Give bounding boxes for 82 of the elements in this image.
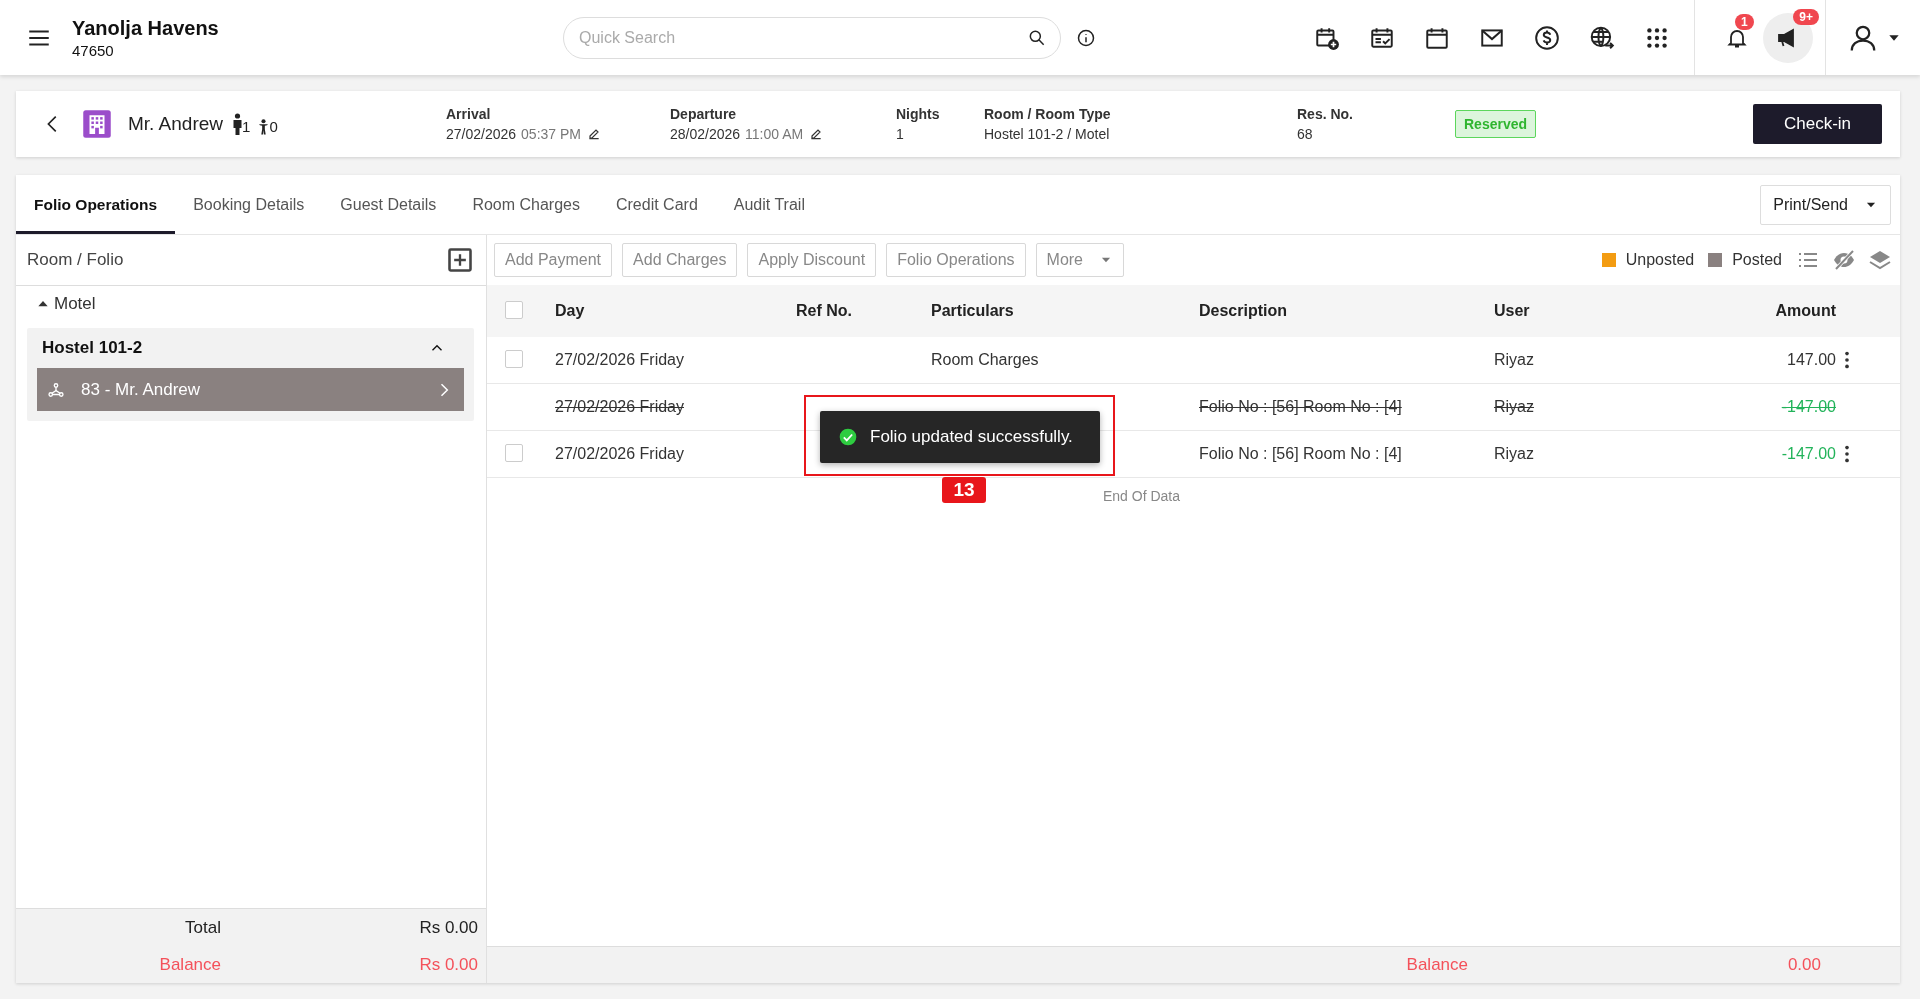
field-time: 05:37 PM bbox=[521, 126, 581, 142]
field-label: Room / Room Type bbox=[984, 106, 1112, 122]
globe-icon[interactable] bbox=[1589, 24, 1615, 51]
table-cell-text: Riyaz bbox=[1494, 398, 1535, 416]
hide-icon[interactable] bbox=[1832, 248, 1856, 272]
notification-badge: 1 bbox=[1735, 13, 1754, 30]
check-in-button[interactable]: Check-in bbox=[1753, 104, 1882, 144]
annotation-number: 13 bbox=[942, 477, 986, 503]
announcements-button[interactable] bbox=[1763, 12, 1813, 63]
tab[interactable]: Guest Details bbox=[322, 175, 455, 234]
app-title: Yanolja Havens bbox=[72, 16, 220, 40]
total-value: Rs 0.00 bbox=[418, 917, 478, 938]
legend-label: Unposted bbox=[1625, 251, 1695, 269]
table-cell-text: Folio No : [56] Room No : [4] bbox=[1199, 398, 1403, 416]
column-header: Amount bbox=[1774, 302, 1836, 320]
tab[interactable]: Folio Operations bbox=[16, 175, 176, 234]
add-folio-icon[interactable] bbox=[446, 246, 474, 274]
balance-value: Rs 0.00 bbox=[418, 954, 478, 975]
field-label: Departure bbox=[670, 106, 738, 122]
end-of-data-text: End Of Data bbox=[1102, 488, 1180, 504]
checkbox[interactable] bbox=[505, 443, 523, 462]
column-header: Ref No. bbox=[796, 302, 853, 320]
field-value: 68 bbox=[1297, 126, 1313, 142]
info-icon[interactable] bbox=[1076, 27, 1096, 48]
tab[interactable]: Audit Trail bbox=[715, 175, 823, 234]
field-value: 28/02/2026 bbox=[670, 126, 741, 142]
adult-count: 1 bbox=[242, 118, 251, 135]
balance-label: Balance bbox=[158, 954, 221, 975]
column-header: Particulars bbox=[931, 302, 1015, 320]
layers-icon[interactable] bbox=[1868, 248, 1892, 272]
table-cell-text: Folio No : [56] Room No : [4] bbox=[1199, 445, 1403, 463]
field-value: 1 bbox=[896, 126, 904, 142]
toolbar-button[interactable]: Add Charges bbox=[622, 243, 738, 277]
balance-label: Balance bbox=[1406, 955, 1468, 975]
table-cell-text: 27/02/2026 Friday bbox=[555, 398, 685, 416]
tab[interactable]: Credit Card bbox=[598, 175, 716, 234]
announcement-badge: 9+ bbox=[1793, 8, 1819, 25]
table-cell-text: Riyaz bbox=[1494, 445, 1535, 463]
table-cell-text: 147.00 bbox=[1786, 351, 1836, 369]
field-label: Res. No. bbox=[1297, 106, 1354, 122]
toolbar-button[interactable]: Add Payment bbox=[494, 243, 613, 277]
field-label: Nights bbox=[896, 106, 941, 122]
table-cell-text: 27/02/2026 Friday bbox=[555, 445, 685, 463]
dropdown-button[interactable]: More bbox=[1035, 243, 1124, 277]
legend-label: Posted bbox=[1732, 251, 1782, 269]
room-header[interactable]: Hostel 101-2 bbox=[37, 328, 464, 368]
tree-node[interactable]: Motel bbox=[36, 294, 96, 314]
toast-message: Folio updated successfully. bbox=[820, 411, 1100, 463]
table-cell-text: -147.00 bbox=[1780, 398, 1836, 416]
column-header: Day bbox=[555, 302, 586, 320]
checkbox[interactable] bbox=[505, 300, 523, 319]
field-value: 27/02/2026 bbox=[446, 126, 517, 142]
dollar-icon[interactable] bbox=[1534, 24, 1560, 51]
total-label: Total bbox=[184, 917, 221, 938]
table-cell-text: Room Charges bbox=[931, 351, 1040, 369]
column-header: Description bbox=[1199, 302, 1288, 320]
toolbar-button[interactable]: Apply Discount bbox=[747, 243, 877, 277]
child-count: 0 bbox=[269, 118, 278, 135]
table-cell-text: Riyaz bbox=[1494, 351, 1535, 369]
property-id: 47650 bbox=[72, 41, 115, 59]
status-badge: Reserved bbox=[1455, 110, 1537, 138]
column-header: User bbox=[1494, 302, 1531, 320]
field-label: Arrival bbox=[446, 106, 492, 122]
checkbox[interactable] bbox=[505, 349, 523, 368]
toolbar-button[interactable]: Folio Operations bbox=[886, 243, 1026, 277]
guest-name: Mr. Andrew bbox=[128, 113, 224, 135]
field-time: 11:00 AM bbox=[745, 126, 804, 142]
folio-item[interactable]: 83 - Mr. Andrew bbox=[37, 368, 464, 411]
panel-title: Room / Folio bbox=[27, 250, 124, 270]
balance-value: 0.00 bbox=[1786, 955, 1821, 975]
success-icon bbox=[838, 427, 858, 447]
field-value: Hostel 101-2 / Motel bbox=[984, 126, 1110, 142]
print-send-button[interactable]: Print/Send bbox=[1760, 184, 1891, 225]
search-field[interactable]: Quick Search bbox=[563, 16, 1061, 59]
tab[interactable]: Booking Details bbox=[175, 175, 323, 234]
network-icon bbox=[47, 380, 65, 399]
child-icon bbox=[258, 119, 270, 135]
table-cell-text: -147.00 bbox=[1780, 445, 1836, 463]
building-icon bbox=[82, 109, 112, 139]
adult-icon bbox=[233, 113, 243, 135]
tab[interactable]: Room Charges bbox=[454, 175, 598, 234]
table-cell-text: 27/02/2026 Friday bbox=[555, 351, 685, 369]
